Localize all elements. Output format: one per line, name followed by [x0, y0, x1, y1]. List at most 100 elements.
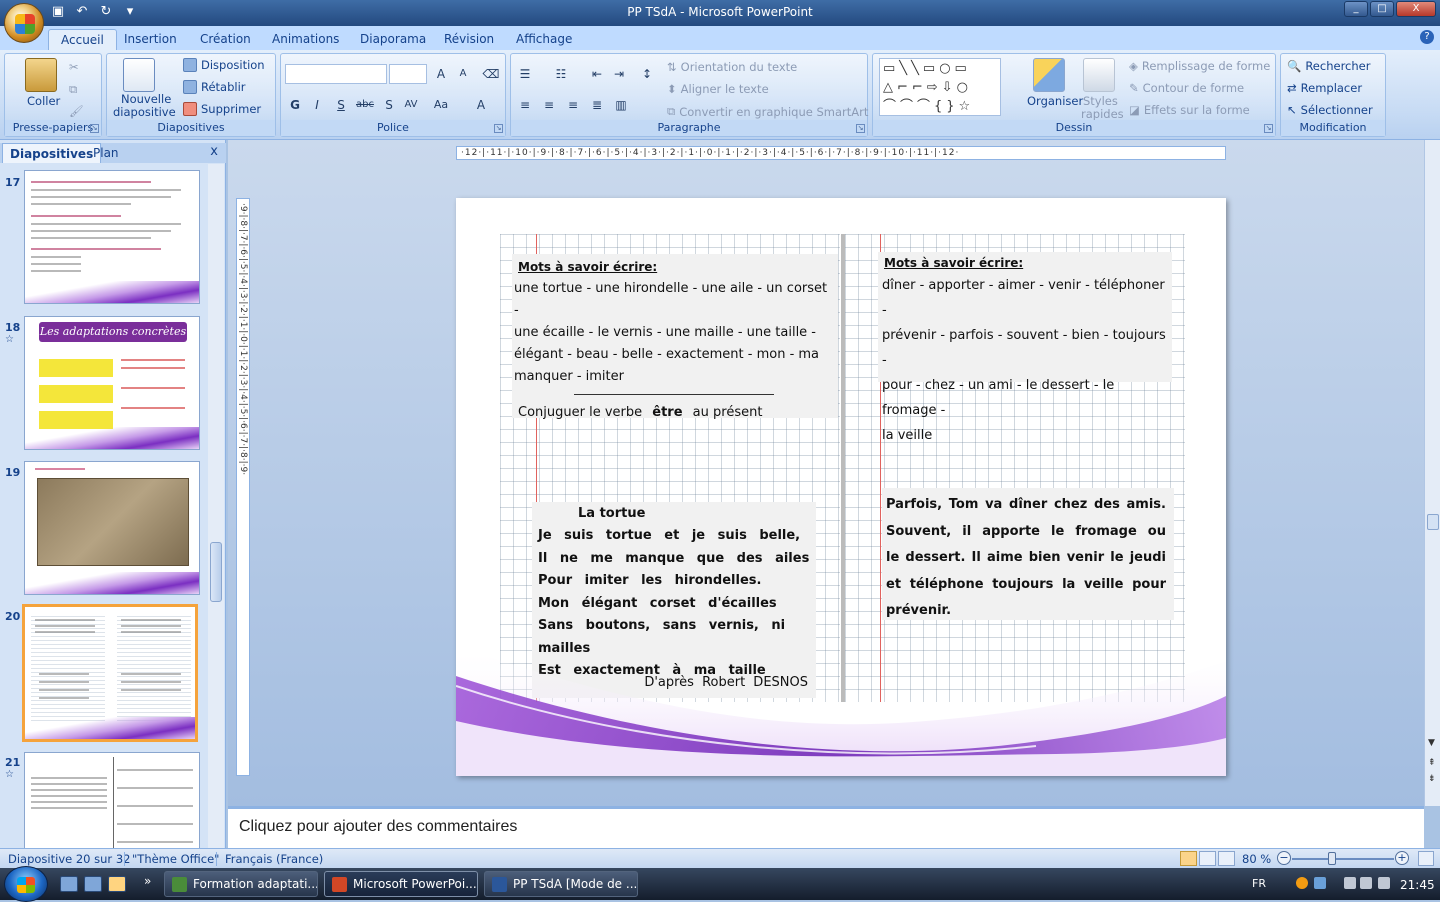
- input-language[interactable]: FR: [1252, 877, 1266, 890]
- font-color-icon[interactable]: A: [471, 95, 491, 115]
- taskbar-item-powerpoint[interactable]: Microsoft PowerPoi...: [324, 871, 478, 897]
- close-button[interactable]: X: [1396, 1, 1436, 17]
- theme-name[interactable]: "Thème Office": [132, 852, 219, 866]
- scrollbar-thumb[interactable]: [210, 542, 222, 602]
- fit-to-window-icon[interactable]: [1418, 851, 1434, 866]
- start-button[interactable]: [4, 866, 48, 902]
- select-button[interactable]: ↖ Sélectionner: [1287, 103, 1373, 117]
- minimize-button[interactable]: _: [1344, 1, 1368, 17]
- new-slide-label[interactable]: Nouvelle: [121, 92, 171, 106]
- zoom-level[interactable]: 80 %: [1242, 852, 1271, 866]
- find-button[interactable]: 🔍 Rechercher: [1287, 59, 1370, 73]
- reset-button[interactable]: Rétablir: [183, 80, 246, 94]
- previous-slide-icon[interactable]: ⇞: [1428, 758, 1436, 768]
- close-pane-icon[interactable]: x: [210, 144, 218, 159]
- volume-icon[interactable]: [1378, 877, 1390, 889]
- current-slide[interactable]: Mots à savoir écrire: une tortue - une h…: [456, 198, 1226, 776]
- align-center-icon[interactable]: ≡: [539, 95, 559, 115]
- shapes-gallery[interactable]: ▭╲╲▭○▭ △⌐⌐⇨⇩○ ⌒⌒⌒{}☆: [879, 58, 1001, 116]
- align-right-icon[interactable]: ≡: [563, 95, 583, 115]
- language-indicator[interactable]: Français (France): [225, 852, 323, 866]
- smartart-button[interactable]: ⧉ Convertir en graphique SmartArt: [667, 104, 868, 119]
- media-player-icon[interactable]: [108, 876, 126, 892]
- font-name-combo[interactable]: [285, 64, 387, 84]
- text-direction-button[interactable]: ⇅ Orientation du texte: [667, 60, 797, 74]
- tab-creation[interactable]: Création: [188, 29, 263, 50]
- tray-icon[interactable]: [1360, 877, 1372, 889]
- slideshow-view-icon[interactable]: [1218, 851, 1235, 866]
- tab-diaporama[interactable]: Diaporama: [348, 29, 438, 50]
- underline-icon[interactable]: S: [331, 95, 351, 115]
- slide-thumbnail-17[interactable]: [24, 170, 200, 304]
- zoom-slider-knob[interactable]: [1328, 852, 1336, 865]
- network-icon[interactable]: [1314, 877, 1326, 889]
- numbering-icon[interactable]: ☷: [551, 64, 571, 84]
- arrange-icon[interactable]: [1033, 58, 1065, 92]
- antivirus-icon[interactable]: [1296, 877, 1308, 889]
- justify-icon[interactable]: ≣: [587, 95, 607, 115]
- quick-styles-label-2[interactable]: rapides: [1081, 107, 1124, 121]
- shrink-font-icon[interactable]: A: [453, 64, 473, 84]
- taskbar-item-pp-tsda[interactable]: PP TSdA [Mode de ...: [484, 871, 638, 897]
- strikethrough-icon[interactable]: abc: [355, 95, 375, 115]
- show-desktop-icon[interactable]: [60, 876, 78, 892]
- tab-insertion[interactable]: Insertion: [112, 29, 189, 50]
- paste-icon[interactable]: [25, 58, 57, 92]
- delete-slide-button[interactable]: Supprimer: [183, 102, 261, 116]
- clear-format-icon[interactable]: ⌫: [481, 64, 501, 84]
- bullets-icon[interactable]: ☰: [515, 64, 535, 84]
- scroll-down-icon[interactable]: ▼: [1428, 738, 1435, 748]
- replace-button[interactable]: ⇄ Remplacer: [1287, 81, 1362, 95]
- quick-styles-label[interactable]: Styles: [1083, 94, 1118, 108]
- align-left-icon[interactable]: ≡: [515, 95, 535, 115]
- dialog-launcher-icon[interactable]: ↘: [1264, 124, 1273, 133]
- tab-revision[interactable]: Révision: [432, 29, 506, 50]
- grow-font-icon[interactable]: A: [431, 64, 451, 84]
- bold-icon[interactable]: G: [285, 95, 305, 115]
- font-size-combo[interactable]: [389, 64, 427, 84]
- tray-icon[interactable]: [1344, 877, 1356, 889]
- office-button[interactable]: [4, 3, 44, 43]
- decrease-indent-icon[interactable]: ⇤: [587, 64, 607, 84]
- line-spacing-icon[interactable]: ↕: [637, 64, 657, 84]
- slide-thumbnail-19[interactable]: [24, 461, 200, 595]
- copy-icon[interactable]: ⧉: [69, 82, 77, 97]
- taskbar-item-formation[interactable]: Formation adaptati...: [164, 871, 318, 897]
- format-painter-icon[interactable]: 🖌: [69, 104, 84, 118]
- tab-accueil[interactable]: Accueil: [48, 29, 117, 50]
- help-icon[interactable]: ?: [1420, 30, 1434, 44]
- spacing-icon[interactable]: AV: [401, 95, 421, 115]
- shadow-icon[interactable]: S: [379, 95, 399, 115]
- dialog-launcher-icon[interactable]: ↘: [494, 124, 503, 133]
- shape-effects-button[interactable]: ◪ Effets sur la forme: [1129, 103, 1250, 117]
- maximize-button[interactable]: □: [1370, 1, 1394, 17]
- change-case-icon[interactable]: Aa: [431, 95, 451, 115]
- switch-windows-icon[interactable]: [84, 876, 102, 892]
- next-slide-icon[interactable]: ⇟: [1428, 774, 1436, 784]
- columns-icon[interactable]: ▥: [611, 95, 631, 115]
- new-slide-icon[interactable]: [123, 58, 155, 92]
- shape-fill-button[interactable]: ◈ Remplissage de forme: [1129, 59, 1270, 73]
- zoom-in-icon[interactable]: +: [1395, 851, 1409, 865]
- quick-launch-overflow[interactable]: »: [144, 874, 151, 888]
- zoom-out-icon[interactable]: −: [1277, 851, 1291, 865]
- scrollbar-thumb[interactable]: [1427, 514, 1439, 530]
- slide-thumbnail-21[interactable]: [24, 752, 200, 848]
- shape-outline-button[interactable]: ✎ Contour de forme: [1129, 81, 1244, 95]
- increase-indent-icon[interactable]: ⇥: [609, 64, 629, 84]
- layout-button[interactable]: Disposition: [183, 58, 265, 72]
- italic-icon[interactable]: I: [307, 95, 327, 115]
- tab-outline[interactable]: Plan: [86, 143, 126, 163]
- new-slide-label-2[interactable]: diapositive: [113, 105, 176, 119]
- tab-affichage[interactable]: Affichage: [504, 29, 584, 50]
- slide-thumbnail-18[interactable]: Les adaptations concrètes: [24, 316, 200, 450]
- slide-sorter-view-icon[interactable]: [1199, 851, 1216, 866]
- slide-vertical-scrollbar[interactable]: ▼ ⇞ ⇟: [1424, 140, 1440, 806]
- cut-icon[interactable]: ✂: [69, 60, 79, 74]
- thumbnail-scrollbar[interactable]: [208, 164, 224, 848]
- notes-placeholder[interactable]: Cliquez pour ajouter des commentaires: [228, 806, 1424, 848]
- dialog-launcher-icon[interactable]: ↘: [90, 124, 99, 133]
- tab-animations[interactable]: Animations: [260, 29, 351, 50]
- quick-styles-icon[interactable]: [1083, 58, 1115, 92]
- normal-view-icon[interactable]: [1180, 851, 1197, 866]
